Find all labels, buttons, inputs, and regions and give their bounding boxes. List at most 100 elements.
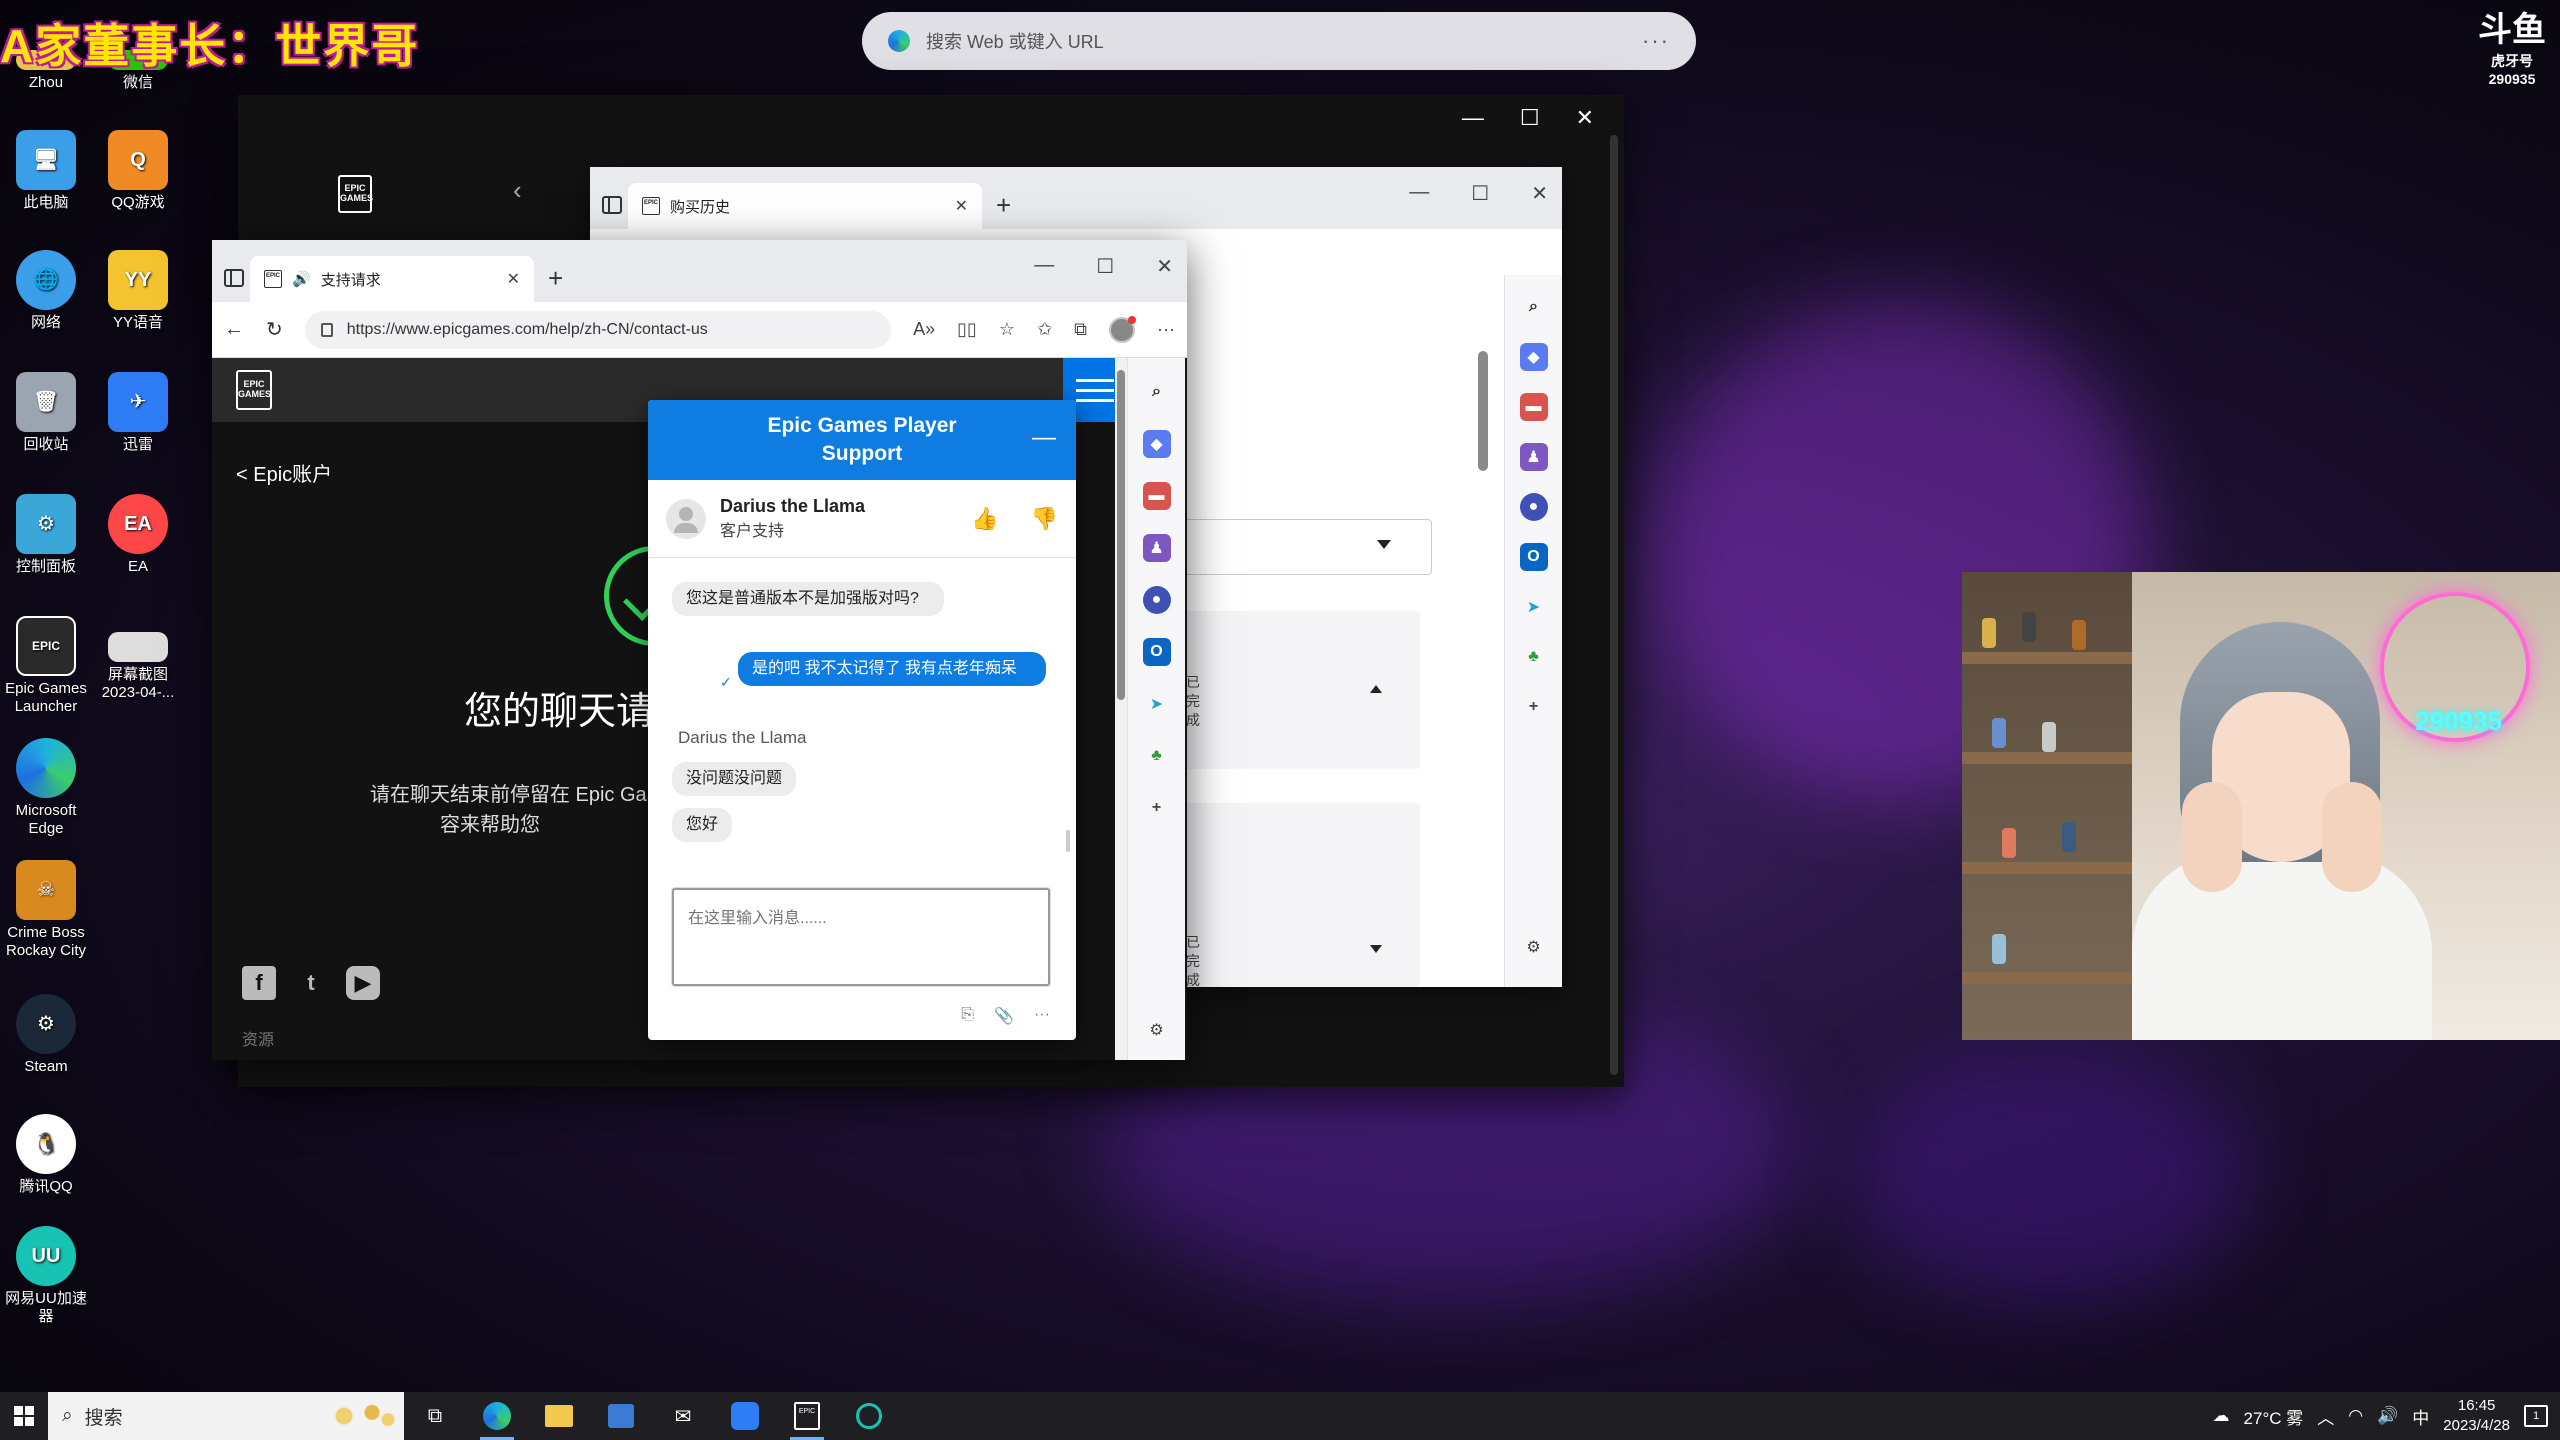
- desktop-search-bar[interactable]: 搜索 Web 或键入 URL ···: [862, 12, 1696, 70]
- tab-purchase-history[interactable]: EPIC 购买历史 ✕: [628, 183, 982, 229]
- desktop-icon-control-panel[interactable]: ⚙ 控制面板: [0, 494, 92, 576]
- transcript-icon[interactable]: ⎘: [961, 1006, 974, 1026]
- tree-icon[interactable]: ♣: [1520, 643, 1548, 671]
- reader-view-icon[interactable]: ▯▯: [957, 319, 977, 340]
- close-button[interactable]: ✕: [1531, 181, 1548, 206]
- weather-text[interactable]: 27°C 雾: [2244, 1404, 2304, 1429]
- url-field[interactable]: https://www.epicgames.com/help/zh-CN/con…: [304, 310, 892, 349]
- start-button[interactable]: [0, 1392, 48, 1440]
- maximize-button[interactable]: ☐: [1471, 181, 1489, 206]
- search-icon[interactable]: ⌕: [1520, 293, 1548, 321]
- add-icon[interactable]: +: [1520, 693, 1548, 721]
- more-options-icon[interactable]: ···: [1034, 1006, 1050, 1026]
- epic-logo-icon[interactable]: EPIC GAMES: [338, 175, 373, 213]
- taskbar-uu-icon[interactable]: [838, 1392, 900, 1440]
- breadcrumb[interactable]: < Epic账户: [236, 458, 332, 487]
- minimize-button[interactable]: —: [1409, 181, 1429, 206]
- collapse-arrow-icon[interactable]: [1370, 685, 1382, 693]
- desktop-icon-ea[interactable]: EA EA: [92, 494, 184, 576]
- tab-close-icon[interactable]: ✕: [955, 196, 968, 216]
- tab-close-icon[interactable]: ✕: [507, 269, 520, 289]
- weather-cloud-icon[interactable]: ☁: [2213, 1406, 2230, 1426]
- task-view-icon[interactable]: ⧉: [404, 1392, 466, 1440]
- desktop-icon-thunder[interactable]: ✈ 迅雷: [92, 372, 184, 454]
- desktop-icon-network[interactable]: 🌐 网络: [0, 250, 92, 332]
- more-options-icon[interactable]: ···: [1642, 28, 1670, 54]
- twitter-icon[interactable]: t: [294, 966, 328, 1000]
- thumbs-down-icon[interactable]: 👎: [1031, 506, 1058, 532]
- desktop-icon-steam[interactable]: ⚙ Steam: [0, 994, 92, 1076]
- desktop-icon-epic-launcher[interactable]: EPIC Epic Games Launcher: [0, 616, 92, 716]
- shopping-tag-icon[interactable]: ◆: [1519, 343, 1548, 371]
- notification-center-icon[interactable]: 1: [2524, 1405, 2548, 1427]
- desktop-icon-edge[interactable]: Microsoft Edge: [0, 738, 92, 838]
- chat-scrollbar[interactable]: [1066, 830, 1070, 852]
- tab-actions-icon[interactable]: [602, 196, 622, 214]
- desktop-icon-qq-game[interactable]: Q QQ游戏: [92, 130, 184, 212]
- shopping-tag-icon[interactable]: ◆: [1142, 430, 1171, 458]
- facebook-icon[interactable]: f: [242, 966, 276, 1000]
- taskbar-edge-icon[interactable]: [466, 1392, 528, 1440]
- minimize-button[interactable]: —: [1034, 254, 1054, 279]
- epic-logo-icon[interactable]: EPIC GAMES: [236, 370, 272, 410]
- send-icon[interactable]: ➤: [1143, 690, 1171, 718]
- desktop-icon-recycle-bin[interactable]: 🗑 回收站: [0, 372, 92, 454]
- expand-arrow-icon[interactable]: [1370, 945, 1382, 953]
- games-icon[interactable]: ♟: [1519, 443, 1548, 471]
- volume-icon[interactable]: 🔊: [2377, 1406, 2398, 1426]
- settings-gear-icon[interactable]: ⚙: [1143, 1016, 1171, 1044]
- attachment-icon[interactable]: 📎: [994, 1006, 1014, 1026]
- taskbar-epic-icon[interactable]: EPIC: [776, 1392, 838, 1440]
- close-button[interactable]: ✕: [1576, 105, 1594, 131]
- tab-support-request[interactable]: EPIC 🔊 支持请求 ✕: [250, 256, 534, 302]
- page-scrollbar[interactable]: [1478, 351, 1488, 471]
- more-options-icon[interactable]: ···: [1157, 319, 1175, 340]
- taskbar-clock[interactable]: 16:45 2023/4/28: [2443, 1396, 2510, 1436]
- new-tab-button[interactable]: +: [996, 190, 1011, 221]
- youtube-icon[interactable]: ▶: [346, 966, 380, 1000]
- maximize-button[interactable]: ☐: [1096, 254, 1114, 279]
- minimize-button[interactable]: —: [1462, 105, 1484, 131]
- games-icon[interactable]: ♟: [1142, 534, 1171, 562]
- read-aloud-icon[interactable]: A»: [913, 319, 935, 340]
- desktop-icon-this-pc[interactable]: 🖥 此电脑: [0, 130, 92, 212]
- wifi-icon[interactable]: ◠: [2348, 1406, 2363, 1426]
- back-chevron-icon[interactable]: ‹: [513, 175, 522, 206]
- back-button[interactable]: ←: [224, 318, 244, 341]
- thumbs-up-icon[interactable]: 👍: [971, 506, 998, 532]
- reload-button[interactable]: ↻: [266, 317, 283, 342]
- favorites-list-icon[interactable]: ✩: [1037, 319, 1052, 340]
- desktop-icon-yy[interactable]: YY YY语音: [92, 250, 184, 332]
- tree-icon[interactable]: ♣: [1143, 742, 1171, 770]
- outlook-icon[interactable]: O: [1142, 638, 1171, 666]
- tools-icon[interactable]: ▬: [1142, 482, 1171, 510]
- search-icon[interactable]: ⌕: [1143, 378, 1171, 406]
- speaker-icon[interactable]: 🔊: [292, 270, 311, 288]
- file-explorer-icon[interactable]: [528, 1392, 590, 1440]
- send-icon[interactable]: ➤: [1520, 593, 1548, 621]
- close-button[interactable]: ✕: [1156, 254, 1173, 279]
- tools-icon[interactable]: ▬: [1519, 393, 1548, 421]
- taskbar-search[interactable]: ⌕ 搜索: [48, 1392, 404, 1440]
- desktop-icon-screenshot[interactable]: 屏幕截图 2023-04-...: [92, 616, 184, 702]
- chat-minimize-button[interactable]: —: [1032, 424, 1056, 452]
- outlook-icon[interactable]: O: [1519, 543, 1548, 571]
- settings-gear-icon[interactable]: ⚙: [1520, 933, 1548, 961]
- profile-avatar[interactable]: [1109, 315, 1137, 343]
- desktop-icon-qq[interactable]: 🐧 腾讯QQ: [0, 1114, 92, 1196]
- maximize-button[interactable]: ☐: [1520, 105, 1540, 131]
- launcher-scrollbar[interactable]: [1610, 135, 1618, 1075]
- tab-actions-icon[interactable]: [224, 269, 244, 287]
- new-tab-button[interactable]: +: [548, 263, 563, 294]
- microsoft-store-icon[interactable]: [590, 1392, 652, 1440]
- page-scrollbar[interactable]: [1117, 370, 1125, 700]
- tray-overflow-icon[interactable]: ︿: [2317, 1404, 2334, 1429]
- desktop-icon-crime-boss[interactable]: ☠ Crime Boss Rockay City: [0, 860, 92, 960]
- chat-message-input[interactable]: [672, 888, 1050, 986]
- desktop-icon-uu[interactable]: UU 网易UU加速器: [0, 1226, 92, 1326]
- copilot-icon[interactable]: ●: [1142, 586, 1171, 614]
- copilot-icon[interactable]: ●: [1519, 493, 1548, 521]
- ime-indicator[interactable]: 中: [2412, 1404, 2429, 1429]
- filter-dropdown[interactable]: [1180, 519, 1432, 575]
- add-icon[interactable]: +: [1143, 794, 1171, 822]
